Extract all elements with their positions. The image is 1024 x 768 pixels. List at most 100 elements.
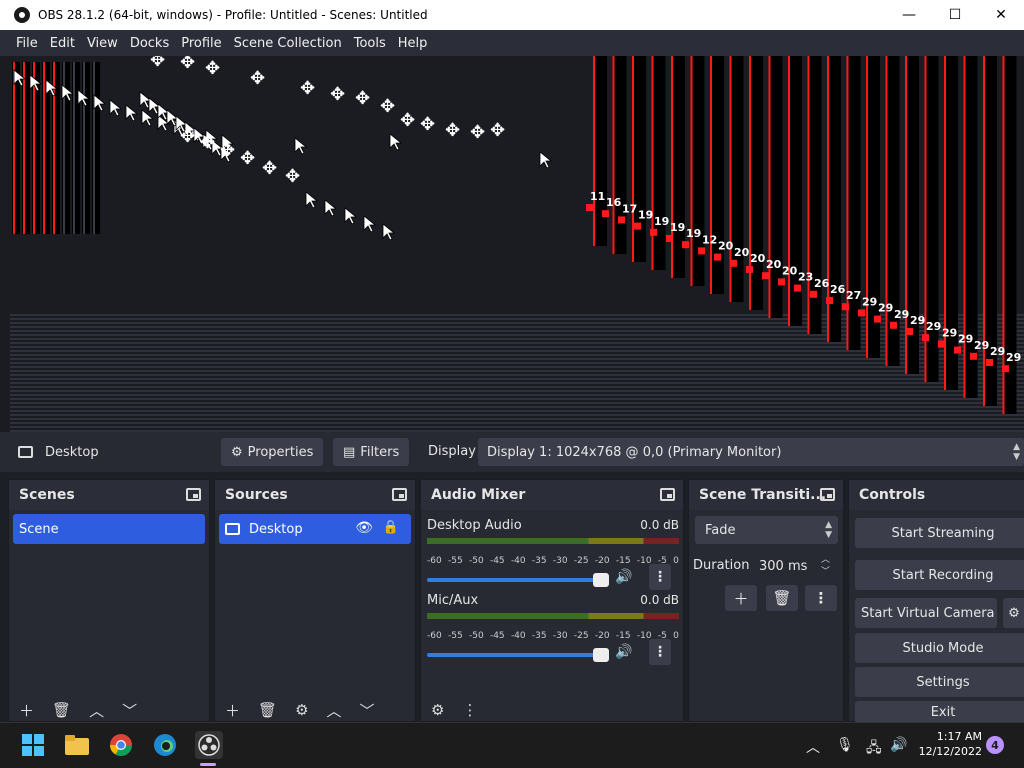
volume-knob[interactable]	[593, 648, 609, 662]
add-source-icon[interactable]: ＋	[225, 700, 240, 721]
source-item[interactable]: Desktop 👁 🔒	[219, 514, 411, 544]
preview-frame-edge	[651, 56, 654, 270]
move-down-icon[interactable]: ﹀	[122, 700, 137, 721]
undock-icon[interactable]	[820, 488, 835, 501]
preview-label: 17	[622, 202, 637, 215]
remove-transition-button[interactable]: 🗑	[766, 585, 798, 611]
menu-docks[interactable]: Docks	[130, 36, 169, 51]
move-down-icon[interactable]: ﹀	[360, 700, 375, 721]
more-options-button[interactable]: ⋮	[649, 639, 671, 665]
taskbar-clock[interactable]: 1:17 AM 12/12/2022	[919, 729, 982, 759]
obs-taskbar-icon[interactable]	[195, 731, 223, 759]
more-options-icon[interactable]: ⋮	[462, 701, 477, 719]
menu-view[interactable]: View	[87, 36, 118, 51]
lock-icon[interactable]: 🔒	[383, 520, 399, 535]
move-cursor-icon: ✥	[330, 84, 345, 105]
move-cursor-icon: ✥	[445, 120, 460, 141]
properties-button[interactable]: ⚙ Properties	[221, 438, 324, 466]
sources-dock: Sources Desktop 👁 🔒 ＋ 🗑 ⚙ ︿ ﹀	[214, 479, 416, 722]
menu-scene-collection[interactable]: Scene Collection	[234, 36, 342, 51]
remove-scene-icon[interactable]: 🗑	[52, 701, 71, 719]
notification-badge[interactable]: 4	[986, 736, 1004, 754]
remove-source-icon[interactable]: 🗑	[258, 701, 277, 719]
preview-stripe	[10, 422, 1024, 424]
move-cursor-icon: ✥	[220, 140, 235, 161]
preview-stripe	[10, 382, 1024, 384]
windows-start-icon[interactable]	[20, 732, 46, 758]
preview-marker	[618, 216, 625, 224]
preview-frame-column	[944, 56, 958, 390]
add-transition-button[interactable]: ＋	[725, 585, 757, 611]
start-streaming-button[interactable]: Start Streaming	[855, 518, 1024, 548]
preview-stripe	[10, 378, 1024, 380]
preview-frame-edge	[710, 56, 712, 294]
meter-ticks: -60 -55 -50 -45 -40 -35 -30 -25 -20 -15 -10 -5 0	[427, 556, 679, 566]
preview-marker	[634, 222, 641, 230]
preview-label: 19	[686, 227, 701, 240]
volume-icon[interactable]: 🔊	[890, 737, 907, 753]
preview-label: 16	[606, 196, 622, 209]
move-up-icon[interactable]: ︿	[89, 700, 104, 721]
preview-label: 23	[798, 271, 813, 284]
maximize-button[interactable]: ☐	[932, 0, 978, 30]
undock-icon[interactable]	[392, 488, 407, 501]
start-recording-button[interactable]: Start Recording	[855, 560, 1024, 590]
preview-canvas[interactable]: ✥ ✥ ✥ ✥ ✥ ✥ ✥ ✥ ✥ ✥ ✥ ✥ ✥ ✥ ✥ ✥ ✥ ✥ ✥ 11 16 17 19 19 19 19 12 20 20…	[0, 56, 1024, 432]
preview-label: 20	[750, 252, 766, 265]
gear-icon[interactable]: ⚙	[295, 701, 308, 719]
volume-knob[interactable]	[593, 573, 609, 587]
move-up-icon[interactable]: ︿	[327, 700, 342, 721]
transition-select[interactable]: Fade ▲ ▼	[695, 516, 838, 544]
eye-icon[interactable]: 👁	[355, 520, 373, 536]
duration-input[interactable]: 300 ms ︿ ﹀	[749, 552, 838, 580]
preview-marker	[794, 284, 801, 292]
undock-icon[interactable]	[660, 488, 675, 501]
stepper-arrows-icon[interactable]: ︿ ﹀	[821, 554, 830, 578]
volume-slider[interactable]	[427, 648, 609, 662]
studio-mode-button[interactable]: Studio Mode	[855, 633, 1024, 663]
microphone-icon[interactable]: 🎙	[836, 737, 854, 753]
display-select[interactable]: Display 1: 1024x768 @ 0,0 (Primary Monit…	[478, 438, 1024, 466]
file-explorer-icon[interactable]	[64, 732, 90, 758]
close-button[interactable]: ✕	[978, 0, 1024, 30]
menu-tools[interactable]: Tools	[354, 36, 386, 51]
chrome-icon[interactable]	[108, 732, 134, 758]
scene-item[interactable]: Scene	[13, 514, 205, 544]
menu-profile[interactable]: Profile	[181, 36, 221, 51]
speaker-icon[interactable]: 🔊	[615, 644, 632, 660]
undock-icon[interactable]	[186, 488, 201, 501]
level-meter	[427, 538, 679, 544]
menu-help[interactable]: Help	[398, 36, 428, 51]
add-scene-icon[interactable]: ＋	[19, 700, 34, 721]
preview-label: 20	[782, 264, 798, 277]
preview-frame-edge	[788, 56, 790, 326]
move-cursor-icon: ✥	[470, 122, 485, 143]
audio-mixer-title: Audio Mixer	[431, 487, 526, 503]
preview-frame-edge	[593, 56, 595, 246]
virtual-camera-gear-icon[interactable]: ⚙	[1003, 598, 1024, 628]
menu-edit[interactable]: Edit	[50, 36, 75, 51]
exit-button[interactable]: Exit	[855, 701, 1024, 723]
preview-marker	[986, 359, 993, 366]
settings-button[interactable]: Settings	[855, 667, 1024, 697]
start-virtual-camera-button[interactable]: Start Virtual Camera	[855, 598, 997, 628]
network-icon[interactable]: 🖧	[866, 737, 882, 761]
menu-file[interactable]: File	[16, 36, 38, 51]
speaker-icon[interactable]: 🔊	[615, 569, 632, 585]
edge-icon[interactable]	[152, 732, 178, 758]
volume-slider[interactable]	[427, 573, 609, 587]
transition-options-button[interactable]: ⋮	[805, 585, 837, 611]
preview-frame-edge	[632, 56, 634, 262]
properties-label: Properties	[247, 444, 314, 460]
gear-icon: ⚙	[231, 444, 243, 460]
more-options-button[interactable]: ⋮	[649, 564, 671, 590]
advanced-audio-gear-icon[interactable]: ⚙	[431, 701, 444, 719]
monitor-icon	[225, 523, 240, 535]
preview-stripe	[10, 366, 1024, 368]
tray-chevron-up-icon[interactable]: ︿	[806, 737, 820, 757]
minimize-button[interactable]: —	[886, 0, 932, 30]
preview-frame-edge	[905, 56, 907, 374]
preview-label: 19	[654, 215, 669, 228]
preview-frame-column	[612, 56, 627, 254]
filters-button[interactable]: ▤ Filters	[333, 438, 410, 466]
